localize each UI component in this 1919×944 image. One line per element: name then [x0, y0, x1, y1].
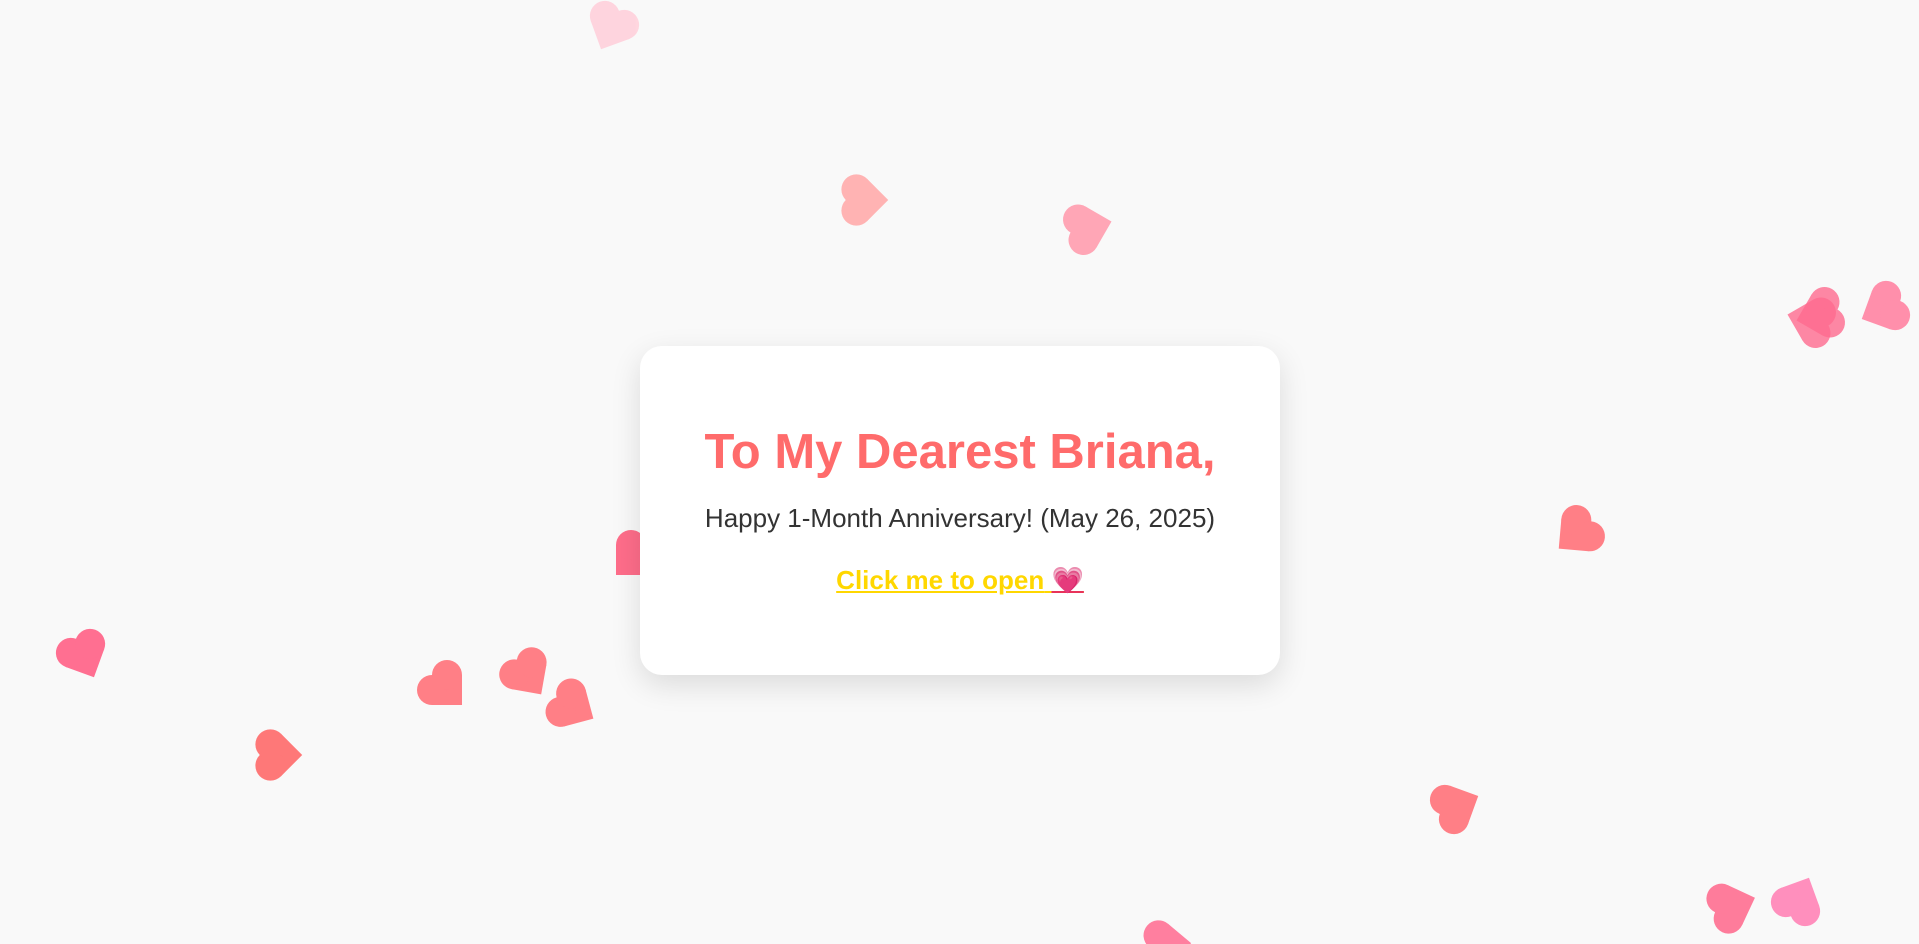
floating-heart-icon [1861, 290, 1901, 330]
floating-heart-icon [1439, 785, 1479, 825]
open-link-label: Click me to open [836, 565, 1045, 595]
floating-heart-icon [1148, 923, 1192, 944]
open-letter-link[interactable]: Click me to open 💗 [836, 564, 1084, 596]
floating-heart-icon [511, 659, 547, 695]
floating-heart-icon [1715, 885, 1755, 925]
card-title: To My Dearest Briana, [704, 425, 1216, 479]
floating-heart-icon [259, 733, 303, 777]
floating-heart-icon [1070, 206, 1112, 248]
heart-emoji-icon: 💗 [1051, 565, 1084, 595]
floating-heart-icon [590, 10, 630, 50]
floating-heart-icon [1558, 518, 1592, 552]
floating-heart-icon [556, 689, 594, 727]
floating-heart-icon [432, 675, 462, 705]
anniversary-subtitle: Happy 1-Month Anniversary! (May 26, 2025… [704, 503, 1216, 533]
greeting-card: To My Dearest Briana, Happy 1-Month Anni… [640, 346, 1280, 675]
page-background: To My Dearest Briana, Happy 1-Month Anni… [0, 0, 1919, 944]
floating-heart-icon [1780, 877, 1820, 917]
floating-heart-icon [65, 638, 105, 678]
floating-heart-icon [845, 178, 889, 222]
